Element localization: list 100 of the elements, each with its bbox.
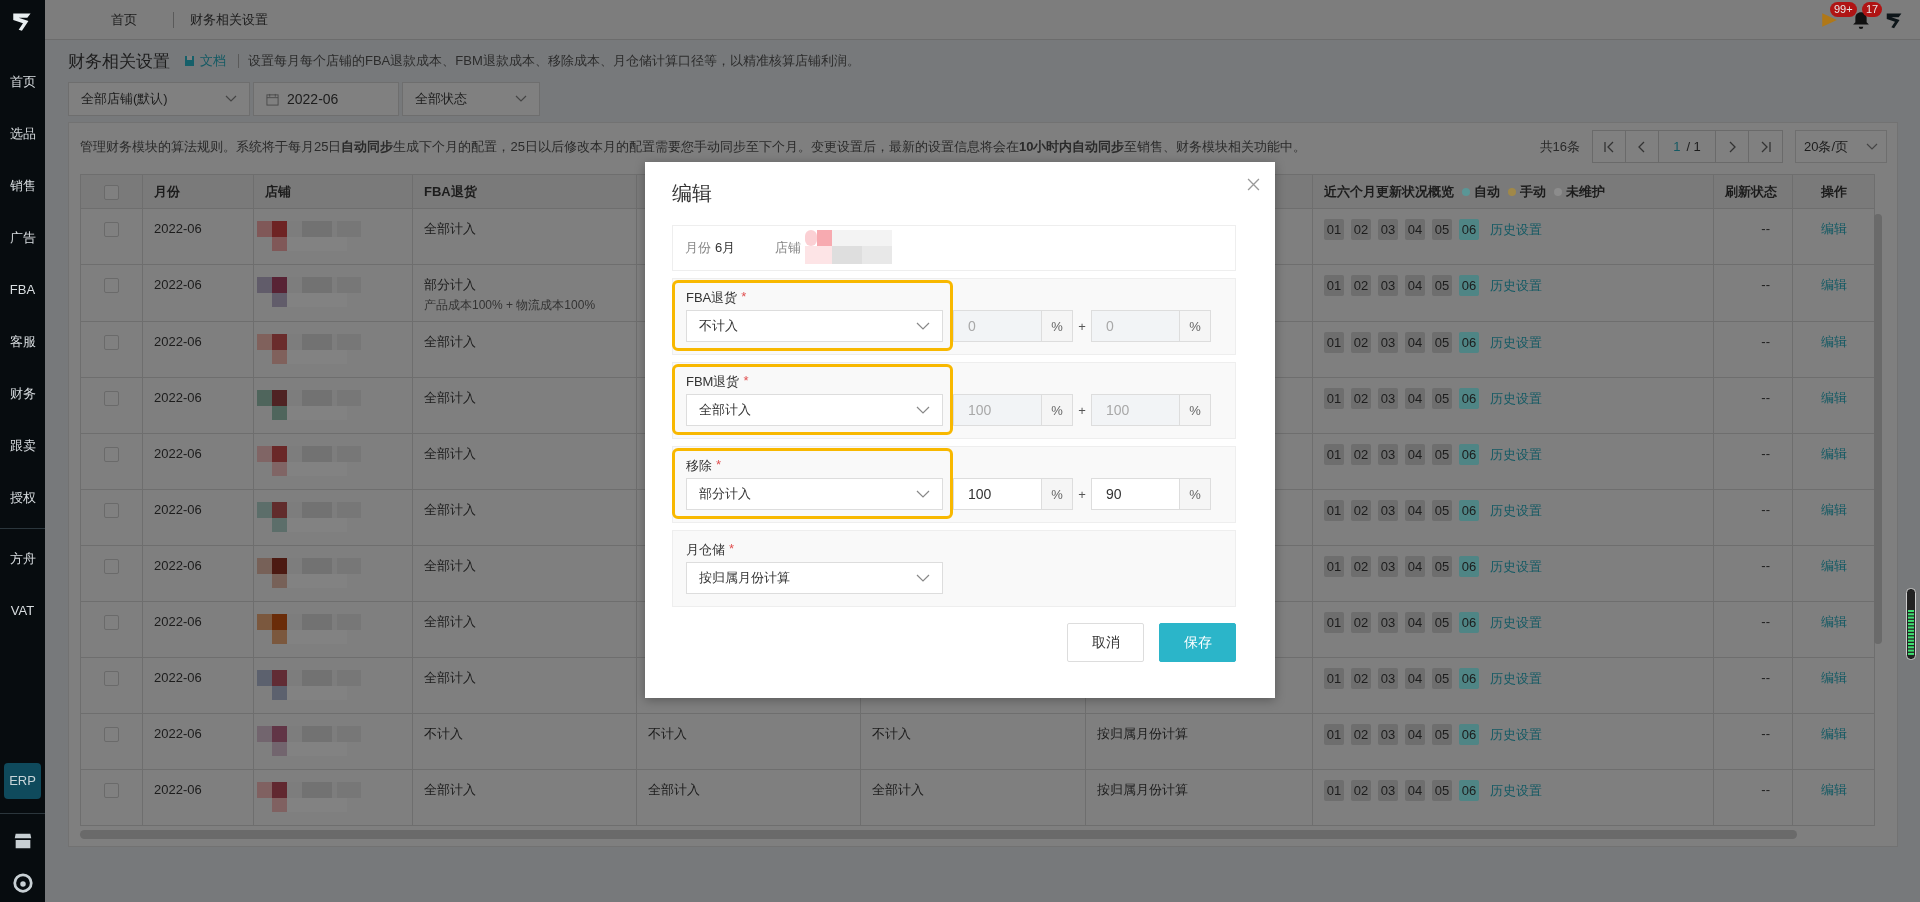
fba-return-cell-text: 全部计入 — [424, 333, 477, 351]
page-description: 设置每月每个店铺的FBA退款成本、FBM退款成本、移除成本、月仓储计算口径等，以精准核算店铺利润。 — [248, 52, 860, 70]
doc-link[interactable]: 文档 — [200, 52, 226, 70]
month-chip: 02 — [1351, 724, 1371, 745]
sidebar-item[interactable]: 首页 — [0, 56, 45, 108]
required-mark: * — [741, 289, 747, 306]
dropdown-select[interactable]: 不计入 — [686, 310, 943, 342]
table-cell: 2022-06 — [154, 614, 202, 629]
table-cell: 2022-06 — [154, 390, 202, 405]
history-link[interactable]: 历史设置 — [1490, 275, 1542, 296]
month-chip: 05 — [1432, 612, 1452, 633]
table-cell: 全部计入 — [872, 782, 924, 797]
edit-link[interactable]: 编辑 — [1820, 782, 1847, 797]
history-link[interactable]: 历史设置 — [1490, 724, 1542, 745]
breadcrumb-tab[interactable]: 首页 — [95, 10, 153, 29]
edit-link[interactable]: 编辑 — [1820, 390, 1847, 405]
page-title: 财务相关设置 — [68, 50, 170, 73]
month-chip: 05 — [1432, 780, 1452, 801]
table-cell: 2022-06 — [154, 277, 202, 292]
month-chip: 05 — [1432, 500, 1452, 521]
history-link[interactable]: 历史设置 — [1490, 388, 1542, 409]
sidebar-item[interactable]: 客服 — [0, 316, 45, 368]
month-chip: 03 — [1378, 388, 1398, 409]
save-button[interactable]: 保存 — [1159, 623, 1236, 662]
dropdown-select[interactable]: 全部计入 — [686, 394, 943, 426]
unit-label: % — [1180, 394, 1211, 426]
fba-return-cell-text: 全部计入 — [424, 220, 477, 238]
month-chip: 03 — [1378, 556, 1398, 577]
sidebar-item[interactable]: VAT — [0, 585, 45, 637]
fba-return-cell-text: 全部计入 — [424, 389, 477, 407]
dialog-title: 编辑 — [672, 181, 712, 206]
table-cell: 按归属月份计算 — [1097, 782, 1188, 797]
month-chip: 04 — [1405, 332, 1425, 353]
edit-link[interactable]: 编辑 — [1820, 558, 1847, 573]
circle-icon[interactable] — [11, 872, 34, 894]
edit-link[interactable]: 编辑 — [1820, 614, 1847, 629]
sidebar-item[interactable]: FBA — [0, 264, 45, 316]
dropdown-select[interactable]: 部分计入 — [686, 478, 943, 510]
first-page-icon — [1603, 140, 1615, 153]
sidebar-item[interactable]: ERP — [4, 763, 41, 799]
sidebar-item[interactable]: 授权 — [0, 472, 45, 524]
close-icon[interactable] — [1247, 178, 1260, 191]
breadcrumb-tab[interactable]: 财务相关设置 — [174, 10, 284, 29]
caret-icon — [515, 95, 527, 103]
month-chip: 04 — [1405, 219, 1425, 240]
history-link[interactable]: 历史设置 — [1490, 500, 1542, 521]
month-chip: 02 — [1351, 219, 1371, 240]
document-icon[interactable] — [184, 55, 196, 67]
month-chip: 03 — [1378, 332, 1398, 353]
month-chip: 05 — [1432, 219, 1452, 240]
unit-label: % — [1180, 478, 1211, 510]
edit-link[interactable]: 编辑 — [1820, 334, 1847, 349]
month-chip: 02 — [1351, 275, 1371, 296]
month-chip: 01 — [1324, 612, 1344, 633]
sidebar-item[interactable]: 销售 — [0, 160, 45, 212]
table-cell: 2022-06 — [154, 726, 202, 741]
sidebar-item[interactable]: 财务 — [0, 368, 45, 420]
edit-link[interactable]: 编辑 — [1820, 221, 1847, 236]
store-select[interactable]: 全部店铺(默认) — [68, 82, 250, 116]
caret-icon — [1866, 142, 1878, 151]
sidebar-item[interactable]: 选品 — [0, 108, 45, 160]
history-link[interactable]: 历史设置 — [1490, 612, 1542, 633]
history-link[interactable]: 历史设置 — [1490, 444, 1542, 465]
table-cell: 2022-06 — [154, 670, 202, 685]
edit-link[interactable]: 编辑 — [1820, 446, 1847, 461]
table-cell: -- — [1761, 277, 1770, 292]
dropdown-select[interactable]: 按归属月份计算 — [686, 562, 943, 594]
edit-link[interactable]: 编辑 — [1820, 726, 1847, 741]
status-select[interactable]: 全部状态 — [402, 82, 540, 116]
history-link[interactable]: 历史设置 — [1490, 556, 1542, 577]
month-chip: 03 — [1378, 780, 1398, 801]
month-chip: 04 — [1405, 500, 1425, 521]
sidebar-item[interactable]: 方舟 — [0, 533, 45, 585]
table-cell: 全部计入 — [648, 782, 700, 797]
number-field[interactable]: 100 — [953, 478, 1042, 510]
history-link[interactable]: 历史设置 — [1490, 668, 1542, 689]
history-link[interactable]: 历史设置 — [1490, 332, 1542, 353]
edit-link[interactable]: 编辑 — [1820, 277, 1847, 292]
calendar-icon — [266, 92, 279, 106]
sidebar-item[interactable]: 跟卖 — [0, 420, 45, 472]
fba-return-cell-text: 部分计入 — [424, 276, 477, 294]
edit-link[interactable]: 编辑 — [1820, 502, 1847, 517]
month-chip: 03 — [1378, 500, 1398, 521]
edit-link[interactable]: 编辑 — [1820, 670, 1847, 685]
history-link[interactable]: 历史设置 — [1490, 219, 1542, 240]
page-count: / 1 — [1686, 139, 1701, 154]
table-cell: 按归属月份计算 — [1097, 726, 1188, 741]
page-size-select[interactable]: 20条/页 — [1795, 130, 1887, 163]
fba-return-cell-text: 不计入 — [424, 725, 464, 743]
history-link[interactable]: 历史设置 — [1490, 780, 1542, 801]
date-picker[interactable]: 2022-06 — [253, 82, 399, 116]
month-chip: 03 — [1378, 219, 1398, 240]
month-chip: 01 — [1324, 275, 1344, 296]
page-input[interactable]: 1 — [1673, 139, 1681, 154]
month-chip: 05 — [1432, 332, 1452, 353]
cancel-button[interactable]: 取消 — [1067, 623, 1144, 662]
sidebar-item[interactable]: 广告 — [0, 212, 45, 264]
number-field[interactable]: 90 — [1091, 478, 1180, 510]
table-cell: 2022-06 — [154, 782, 202, 797]
unit-label: % — [1042, 394, 1073, 426]
